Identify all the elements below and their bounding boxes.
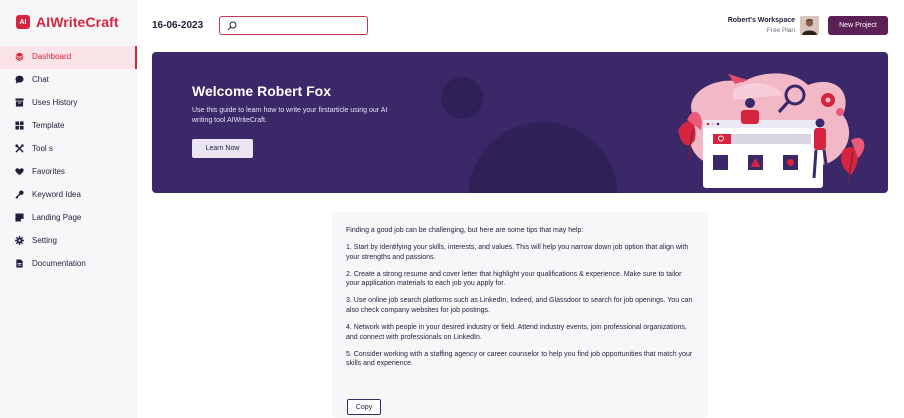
- brand-mark-icon: AI: [16, 15, 30, 29]
- sidebar-item-keyword-idea[interactable]: Keyword Idea: [0, 184, 137, 207]
- copy-button[interactable]: Copy: [347, 399, 381, 415]
- sidebar-item-documentation[interactable]: Documentation: [0, 253, 137, 276]
- sidebar-item-favorites[interactable]: Favorites: [0, 161, 137, 184]
- tips-text: Finding a good job can be challenging, b…: [346, 226, 696, 377]
- new-project-button[interactable]: New Project: [828, 16, 888, 35]
- current-date: 16-06-2023: [152, 20, 204, 31]
- sidebar-item-label: Chat: [32, 75, 49, 84]
- banner-decor-circle: [468, 122, 618, 193]
- history-box-icon: [15, 98, 24, 107]
- sidebar-item-label: Template: [32, 121, 65, 130]
- sidebar-item-template[interactable]: Template: [0, 115, 137, 138]
- sidebar-item-label: Keyword Idea: [32, 190, 81, 199]
- heart-icon: [15, 168, 24, 176]
- key-icon: [15, 190, 24, 199]
- tip-item: 3. Use online job search platforms such …: [346, 297, 693, 315]
- search-box[interactable]: [219, 16, 368, 35]
- chat-bubble-icon: [15, 75, 24, 84]
- grid-icon: [15, 121, 24, 130]
- avatar[interactable]: [800, 16, 819, 35]
- layers-icon: [15, 52, 24, 61]
- sidebar-item-label: Landing Page: [32, 213, 82, 222]
- banner-decor-circle: [441, 77, 483, 119]
- sidebar-item-setting[interactable]: Setting: [0, 230, 137, 253]
- sidebar-item-label: Dashboard: [32, 52, 72, 61]
- search-input[interactable]: [240, 17, 360, 34]
- workspace-name: Robert's Workspace: [727, 17, 795, 24]
- sidebar-item-dashboard[interactable]: Dashboard: [0, 46, 137, 69]
- page-icon: [15, 213, 24, 222]
- sidebar-item-uses-history[interactable]: Uses History: [0, 92, 137, 115]
- sidebar-item-chat[interactable]: Chat: [0, 69, 137, 92]
- user-avatar-icon: [800, 16, 819, 35]
- gear-icon: [15, 236, 24, 245]
- workspace-plan: Free Plan: [766, 27, 795, 34]
- welcome-description: Use this guide to learn how to write you…: [192, 107, 388, 124]
- learn-now-button[interactable]: Learn Now: [192, 139, 253, 158]
- sidebar-nav: Dashboard Chat Uses History Template Too…: [0, 46, 137, 276]
- sidebar-item-landing-page[interactable]: Landing Page: [0, 207, 137, 230]
- welcome-banner: Welcome Robert Fox Use this guide to lea…: [152, 52, 888, 193]
- sidebar-item-label: Documentation: [32, 259, 86, 268]
- sidebar-item-tools[interactable]: Tool s: [0, 138, 137, 161]
- sidebar-item-label: Favorites: [32, 167, 65, 176]
- tip-item: 4. Network with people in your desired i…: [346, 324, 687, 341]
- sidebar: AI AIWriteCraft Dashboard Chat Uses Hist…: [0, 0, 137, 418]
- sidebar-item-label: Setting: [32, 236, 57, 245]
- tip-item: 5. Consider working with a staffing agen…: [346, 350, 693, 368]
- workspace-info[interactable]: Robert's Workspace Free Plan: [728, 17, 795, 34]
- tip-item: 2. Create a strong resume and cover lett…: [346, 270, 682, 288]
- sidebar-item-label: Tool s: [32, 144, 53, 153]
- brand-name: AIWriteCraft: [36, 14, 119, 30]
- document-icon: [16, 259, 23, 268]
- sidebar-item-label: Uses History: [32, 98, 78, 107]
- tips-intro: Finding a good job can be challenging, b…: [346, 227, 584, 234]
- search-icon: [227, 21, 237, 31]
- tip-item: 1. Start by identifying your skills, int…: [346, 244, 689, 261]
- writing-illustration-icon: [678, 73, 865, 188]
- tools-icon: [15, 144, 24, 153]
- tips-card: Finding a good job can be challenging, b…: [332, 212, 708, 418]
- welcome-title: Welcome Robert Fox: [192, 83, 331, 99]
- brand-logo[interactable]: AI AIWriteCraft: [16, 14, 119, 30]
